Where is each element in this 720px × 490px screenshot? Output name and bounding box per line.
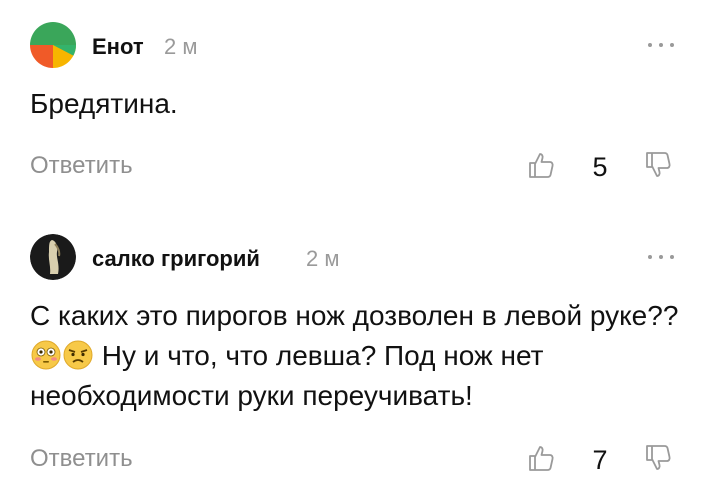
comment-text: С каких это пирогов нож дозволен в левой… <box>30 296 690 416</box>
reply-button[interactable]: Ответить <box>30 445 133 473</box>
more-options-icon[interactable] <box>648 252 674 262</box>
comment-text-part2: Ну и что, что левша? Под нож нет необход… <box>30 340 544 411</box>
flushed-face-emoji <box>31 340 61 370</box>
comment-2: салко григорий 2 м С каких это пирогов н… <box>0 0 720 490</box>
author-name[interactable]: салко григорий <box>92 246 260 272</box>
avatar[interactable] <box>30 234 76 280</box>
comment-time: 2 м <box>306 246 340 271</box>
thumbs-down-icon[interactable] <box>643 443 673 473</box>
angry-face-emoji <box>63 340 93 370</box>
comment-text-part1: С каких это пирогов нож дозволен в левой… <box>30 300 679 331</box>
like-count: 7 <box>592 445 608 475</box>
thumbs-up-icon[interactable] <box>526 443 556 473</box>
